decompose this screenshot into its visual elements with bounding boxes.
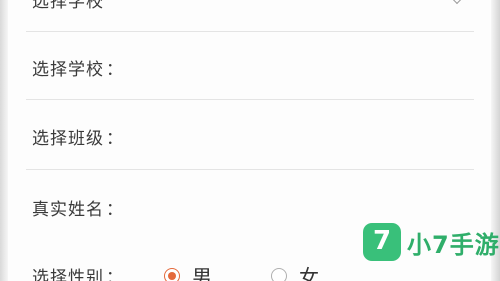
divider xyxy=(26,31,474,32)
real-name-label: 真实姓名 xyxy=(32,200,104,220)
watermark: 7 小7手游 xyxy=(363,223,500,261)
top-select-row[interactable]: 选择学校 xyxy=(32,0,104,12)
logo-glyph: 7 xyxy=(372,226,392,256)
gender-row: 选择性别 ： xyxy=(32,263,124,281)
chevron-down-icon[interactable] xyxy=(449,0,465,5)
watermark-text: 小7手游 xyxy=(407,230,500,259)
gender-option-female-label: 女 xyxy=(299,265,319,281)
left-edge xyxy=(0,0,8,281)
select-school-row[interactable]: 选择学校 ： xyxy=(32,55,124,80)
select-class-label: 选择班级 xyxy=(32,129,104,149)
gender-label: 选择性别 xyxy=(32,268,104,281)
real-name-row[interactable]: 真实姓名 ： xyxy=(32,195,124,220)
colon: ： xyxy=(106,268,124,281)
radio-unchecked-icon[interactable] xyxy=(271,267,287,281)
colon: ： xyxy=(106,129,124,149)
divider xyxy=(26,169,474,170)
gender-option-female[interactable]: 女 xyxy=(271,261,319,281)
registration-form: 选择学校 选择学校 ： 选择班级 ： 真实姓名 ： 选择性别 ： 男 女 7 小… xyxy=(0,0,500,281)
select-school-label: 选择学校 xyxy=(32,60,104,80)
divider xyxy=(26,99,474,100)
select-class-row[interactable]: 选择班级 ： xyxy=(32,124,124,149)
gender-option-male-label: 男 xyxy=(192,265,212,281)
logo-icon: 7 xyxy=(363,223,401,261)
top-select-label: 选择学校 xyxy=(32,0,104,12)
colon: ： xyxy=(106,60,124,80)
gender-option-male[interactable]: 男 xyxy=(164,261,212,281)
radio-checked-icon[interactable] xyxy=(164,267,180,281)
colon: ： xyxy=(106,200,124,220)
